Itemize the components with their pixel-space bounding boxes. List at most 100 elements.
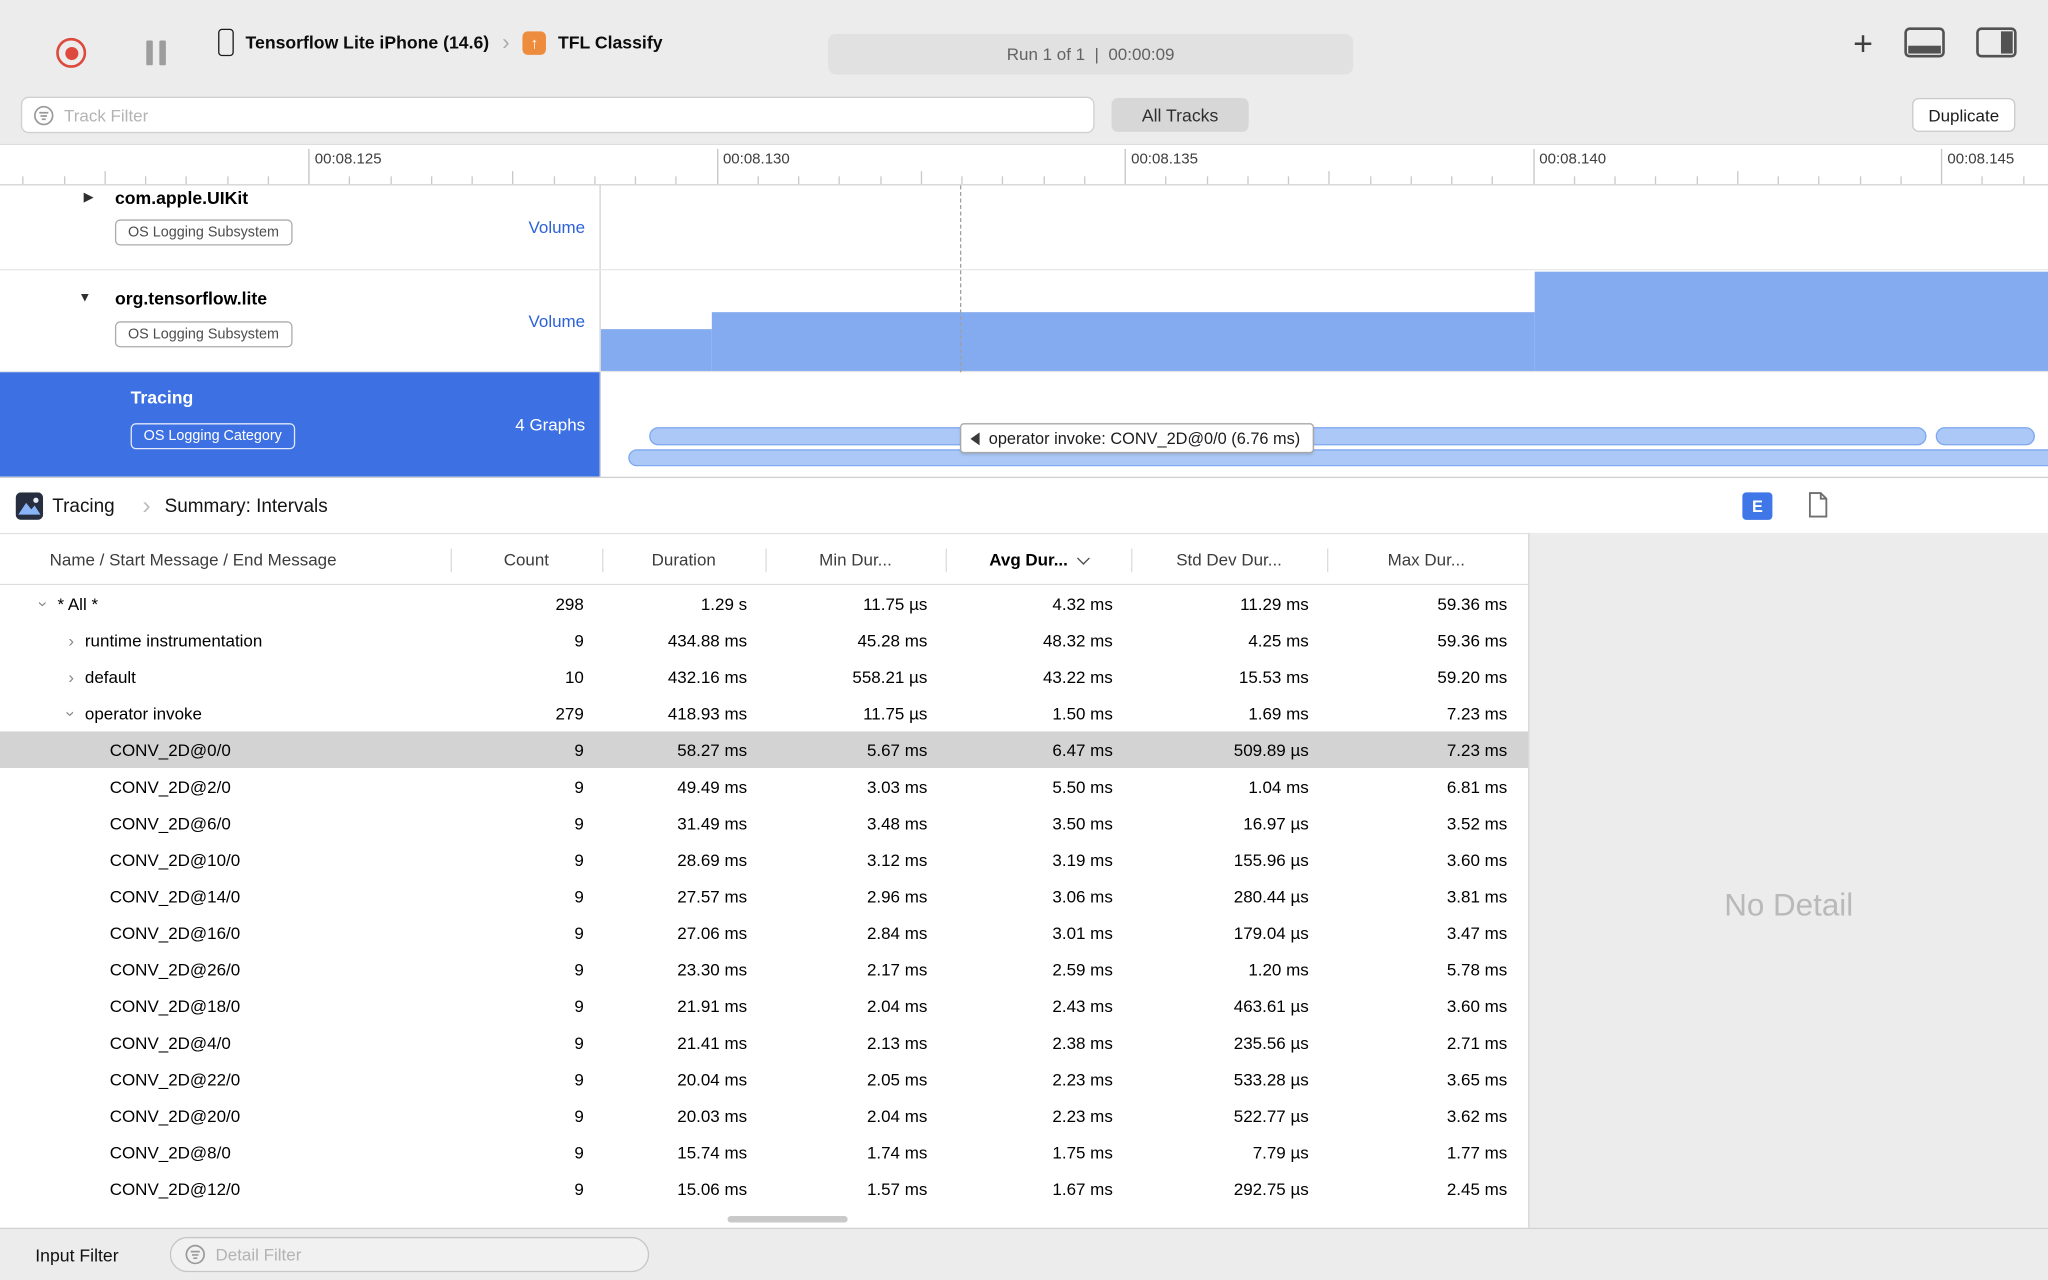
ruler-tick	[1369, 176, 1371, 185]
column-header-min[interactable]: Min Dur...	[765, 549, 945, 569]
duplicate-button[interactable]: Duplicate	[1912, 97, 2016, 132]
interval-bar[interactable]	[1935, 427, 2035, 446]
table-row[interactable]: CONV_2D@22/0 9 20.04 ms 2.05 ms 2.23 ms …	[0, 1061, 1528, 1098]
ruler-tick	[1165, 176, 1167, 185]
document-icon[interactable]	[1808, 491, 1829, 518]
pause-button[interactable]	[146, 40, 166, 66]
column-header-stddev[interactable]: Std Dev Dur...	[1131, 549, 1327, 569]
track-row-tensorflow[interactable]: ▼ org.tensorflow.lite OS Logging Subsyst…	[0, 270, 2048, 373]
row-duration: 49.49 ms	[677, 776, 748, 797]
breadcrumb-root[interactable]: Tracing	[52, 478, 114, 534]
table-row[interactable]: CONV_2D@16/0 9 27.06 ms 2.84 ms 3.01 ms …	[0, 914, 1528, 951]
table-row[interactable]: CONV_2D@12/0 9 15.06 ms 1.57 ms 1.67 ms …	[0, 1170, 1528, 1207]
table-row[interactable]: CONV_2D@2/0 9 49.49 ms 3.03 ms 5.50 ms 1…	[0, 768, 1528, 805]
device-selector[interactable]: Tensorflow Lite iPhone (14.6) › ↑ TFL Cl…	[218, 0, 663, 85]
table-row[interactable]: › runtime instrumentation 9 434.88 ms 45.…	[0, 622, 1528, 659]
row-count: 9	[574, 995, 584, 1016]
ruler-major-tick	[716, 148, 718, 185]
table-row[interactable]: CONV_2D@4/0 9 21.41 ms 2.13 ms 2.38 ms 2…	[0, 1024, 1528, 1061]
table-row[interactable]: CONV_2D@0/0 9 58.27 ms 5.67 ms 6.47 ms 5…	[0, 731, 1529, 768]
row-disclosure-icon[interactable]: ›	[34, 595, 54, 612]
row-name-cell: › runtime instrumentation	[0, 630, 451, 650]
row-name: CONV_2D@8/0	[109, 1142, 231, 1162]
track-label[interactable]: ▶ com.apple.UIKit OS Logging Subsystem V…	[0, 185, 601, 270]
track-label[interactable]: Tracing OS Logging Category 4 Graphs	[0, 372, 601, 477]
column-header-avg-sorted[interactable]: Avg Dur...	[946, 549, 1131, 569]
row-count: 298	[555, 593, 584, 614]
row-count: 9	[574, 1178, 584, 1199]
row-avg: 2.43 ms	[1052, 995, 1113, 1016]
table-row[interactable]: CONV_2D@18/0 9 21.91 ms 2.04 ms 2.43 ms …	[0, 987, 1528, 1024]
breadcrumb-page[interactable]: Summary: Intervals	[165, 478, 328, 534]
ruler-tick	[1491, 176, 1494, 185]
table-row[interactable]: › operator invoke 279 418.93 ms 11.75 µs …	[0, 695, 1528, 732]
track-meta[interactable]: Volume	[528, 311, 585, 331]
row-min: 45.28 ms	[857, 630, 928, 650]
row-disclosure-icon[interactable]: ›	[63, 667, 80, 687]
disclosure-closed-icon[interactable]: ▶	[84, 191, 94, 205]
track-graph[interactable]: operator invoke: CONV_2D@0/0 (6.76 ms)	[600, 372, 2048, 477]
volume-area-segment	[711, 312, 1535, 371]
timeline-ruler[interactable]: 00:08.125 00:08.130 00:08.135 00:08.140 00:0…	[0, 143, 2048, 186]
track-meta[interactable]: Volume	[528, 217, 585, 237]
row-disclosure-icon[interactable]: ›	[63, 630, 80, 650]
ruler-tick	[2022, 176, 2024, 185]
table-row[interactable]: CONV_2D@20/0 9 20.03 ms 2.04 ms 2.23 ms …	[0, 1097, 1528, 1134]
track-row-tracing-selected[interactable]: Tracing OS Logging Category 4 Graphs ope…	[0, 372, 2048, 477]
track-badge: OS Logging Subsystem	[114, 219, 293, 246]
track-graph[interactable]	[600, 185, 2048, 270]
extended-detail-button[interactable]: E	[1742, 492, 1773, 520]
ruler-tick-label: 00:08.130	[722, 151, 790, 168]
ruler-tick	[1573, 176, 1575, 185]
track-graph[interactable]	[600, 270, 2048, 371]
table-row[interactable]: CONV_2D@14/0 9 27.57 ms 2.96 ms 3.06 ms …	[0, 878, 1528, 915]
row-disclosure-icon[interactable]: ›	[61, 705, 81, 722]
interval-bar[interactable]	[628, 449, 2048, 467]
ruler-tick	[798, 176, 800, 185]
ruler-tick	[757, 176, 759, 185]
row-name: runtime instrumentation	[84, 630, 263, 650]
row-duration: 20.03 ms	[677, 1105, 748, 1126]
add-instrument-button[interactable]: +	[1853, 25, 1873, 59]
disclosure-open-icon[interactable]: ▼	[78, 291, 91, 305]
row-stddev: 7.79 µs	[1252, 1142, 1309, 1162]
column-header-count[interactable]: Count	[451, 549, 603, 569]
row-max: 3.60 ms	[1446, 849, 1508, 870]
ruler-tick	[1042, 176, 1045, 185]
record-button[interactable]	[56, 37, 87, 68]
ruler-tick	[63, 176, 65, 185]
table-row[interactable]: CONV_2D@26/0 9 23.30 ms 2.17 ms 2.59 ms …	[0, 951, 1528, 988]
row-stddev: 509.89 µs	[1233, 739, 1309, 760]
row-name: CONV_2D@6/0	[109, 813, 231, 833]
tracing-instrument-icon	[15, 492, 44, 520]
horizontal-scrollbar[interactable]	[727, 1216, 848, 1223]
row-min: 2.04 ms	[866, 995, 928, 1016]
ruler-tick	[961, 176, 963, 185]
toggle-bottom-pane-button[interactable]	[1904, 27, 1945, 58]
table-row[interactable]: › * All * 298 1.29 s 11.75 µs 4.32 ms 11.…	[0, 585, 1528, 622]
row-max: 3.62 ms	[1446, 1105, 1508, 1126]
track-filter-input[interactable]: Track Filter	[20, 96, 1095, 134]
table-row[interactable]: CONV_2D@6/0 9 31.49 ms 3.48 ms 3.50 ms 1…	[0, 805, 1528, 842]
column-header-duration[interactable]: Duration	[602, 549, 765, 569]
table-row[interactable]: › default 10 432.16 ms 558.21 µs 43.22 ms…	[0, 658, 1528, 695]
right-pane-icon	[2000, 31, 2013, 54]
ruler-tick	[1655, 176, 1657, 185]
input-filter-label[interactable]: Input Filter	[35, 1229, 118, 1280]
row-name: CONV_2D@0/0	[109, 739, 231, 760]
detail-filter-input[interactable]: Detail Filter	[169, 1236, 650, 1273]
ruler-tick	[104, 171, 106, 185]
track-label[interactable]: ▼ org.tensorflow.lite OS Logging Subsyst…	[0, 270, 601, 371]
table-row[interactable]: CONV_2D@8/0 9 15.74 ms 1.74 ms 1.75 ms 7…	[0, 1134, 1528, 1171]
all-tracks-button[interactable]: All Tracks	[1111, 97, 1249, 132]
table-row[interactable]: CONV_2D@10/0 9 28.69 ms 3.12 ms 3.19 ms …	[0, 841, 1528, 878]
row-count: 9	[574, 922, 584, 943]
volume-area-segment	[600, 329, 712, 371]
column-header-name[interactable]: Name / Start Message / End Message	[0, 549, 451, 569]
row-name-cell: CONV_2D@20/0	[0, 1106, 451, 1126]
track-meta[interactable]: 4 Graphs	[515, 415, 585, 435]
column-header-max[interactable]: Max Dur...	[1327, 549, 1526, 569]
track-row-uikit[interactable]: ▶ com.apple.UIKit OS Logging Subsystem V…	[0, 185, 2048, 271]
toggle-right-pane-button[interactable]	[1976, 27, 2017, 58]
row-max: 6.81 ms	[1446, 776, 1508, 797]
